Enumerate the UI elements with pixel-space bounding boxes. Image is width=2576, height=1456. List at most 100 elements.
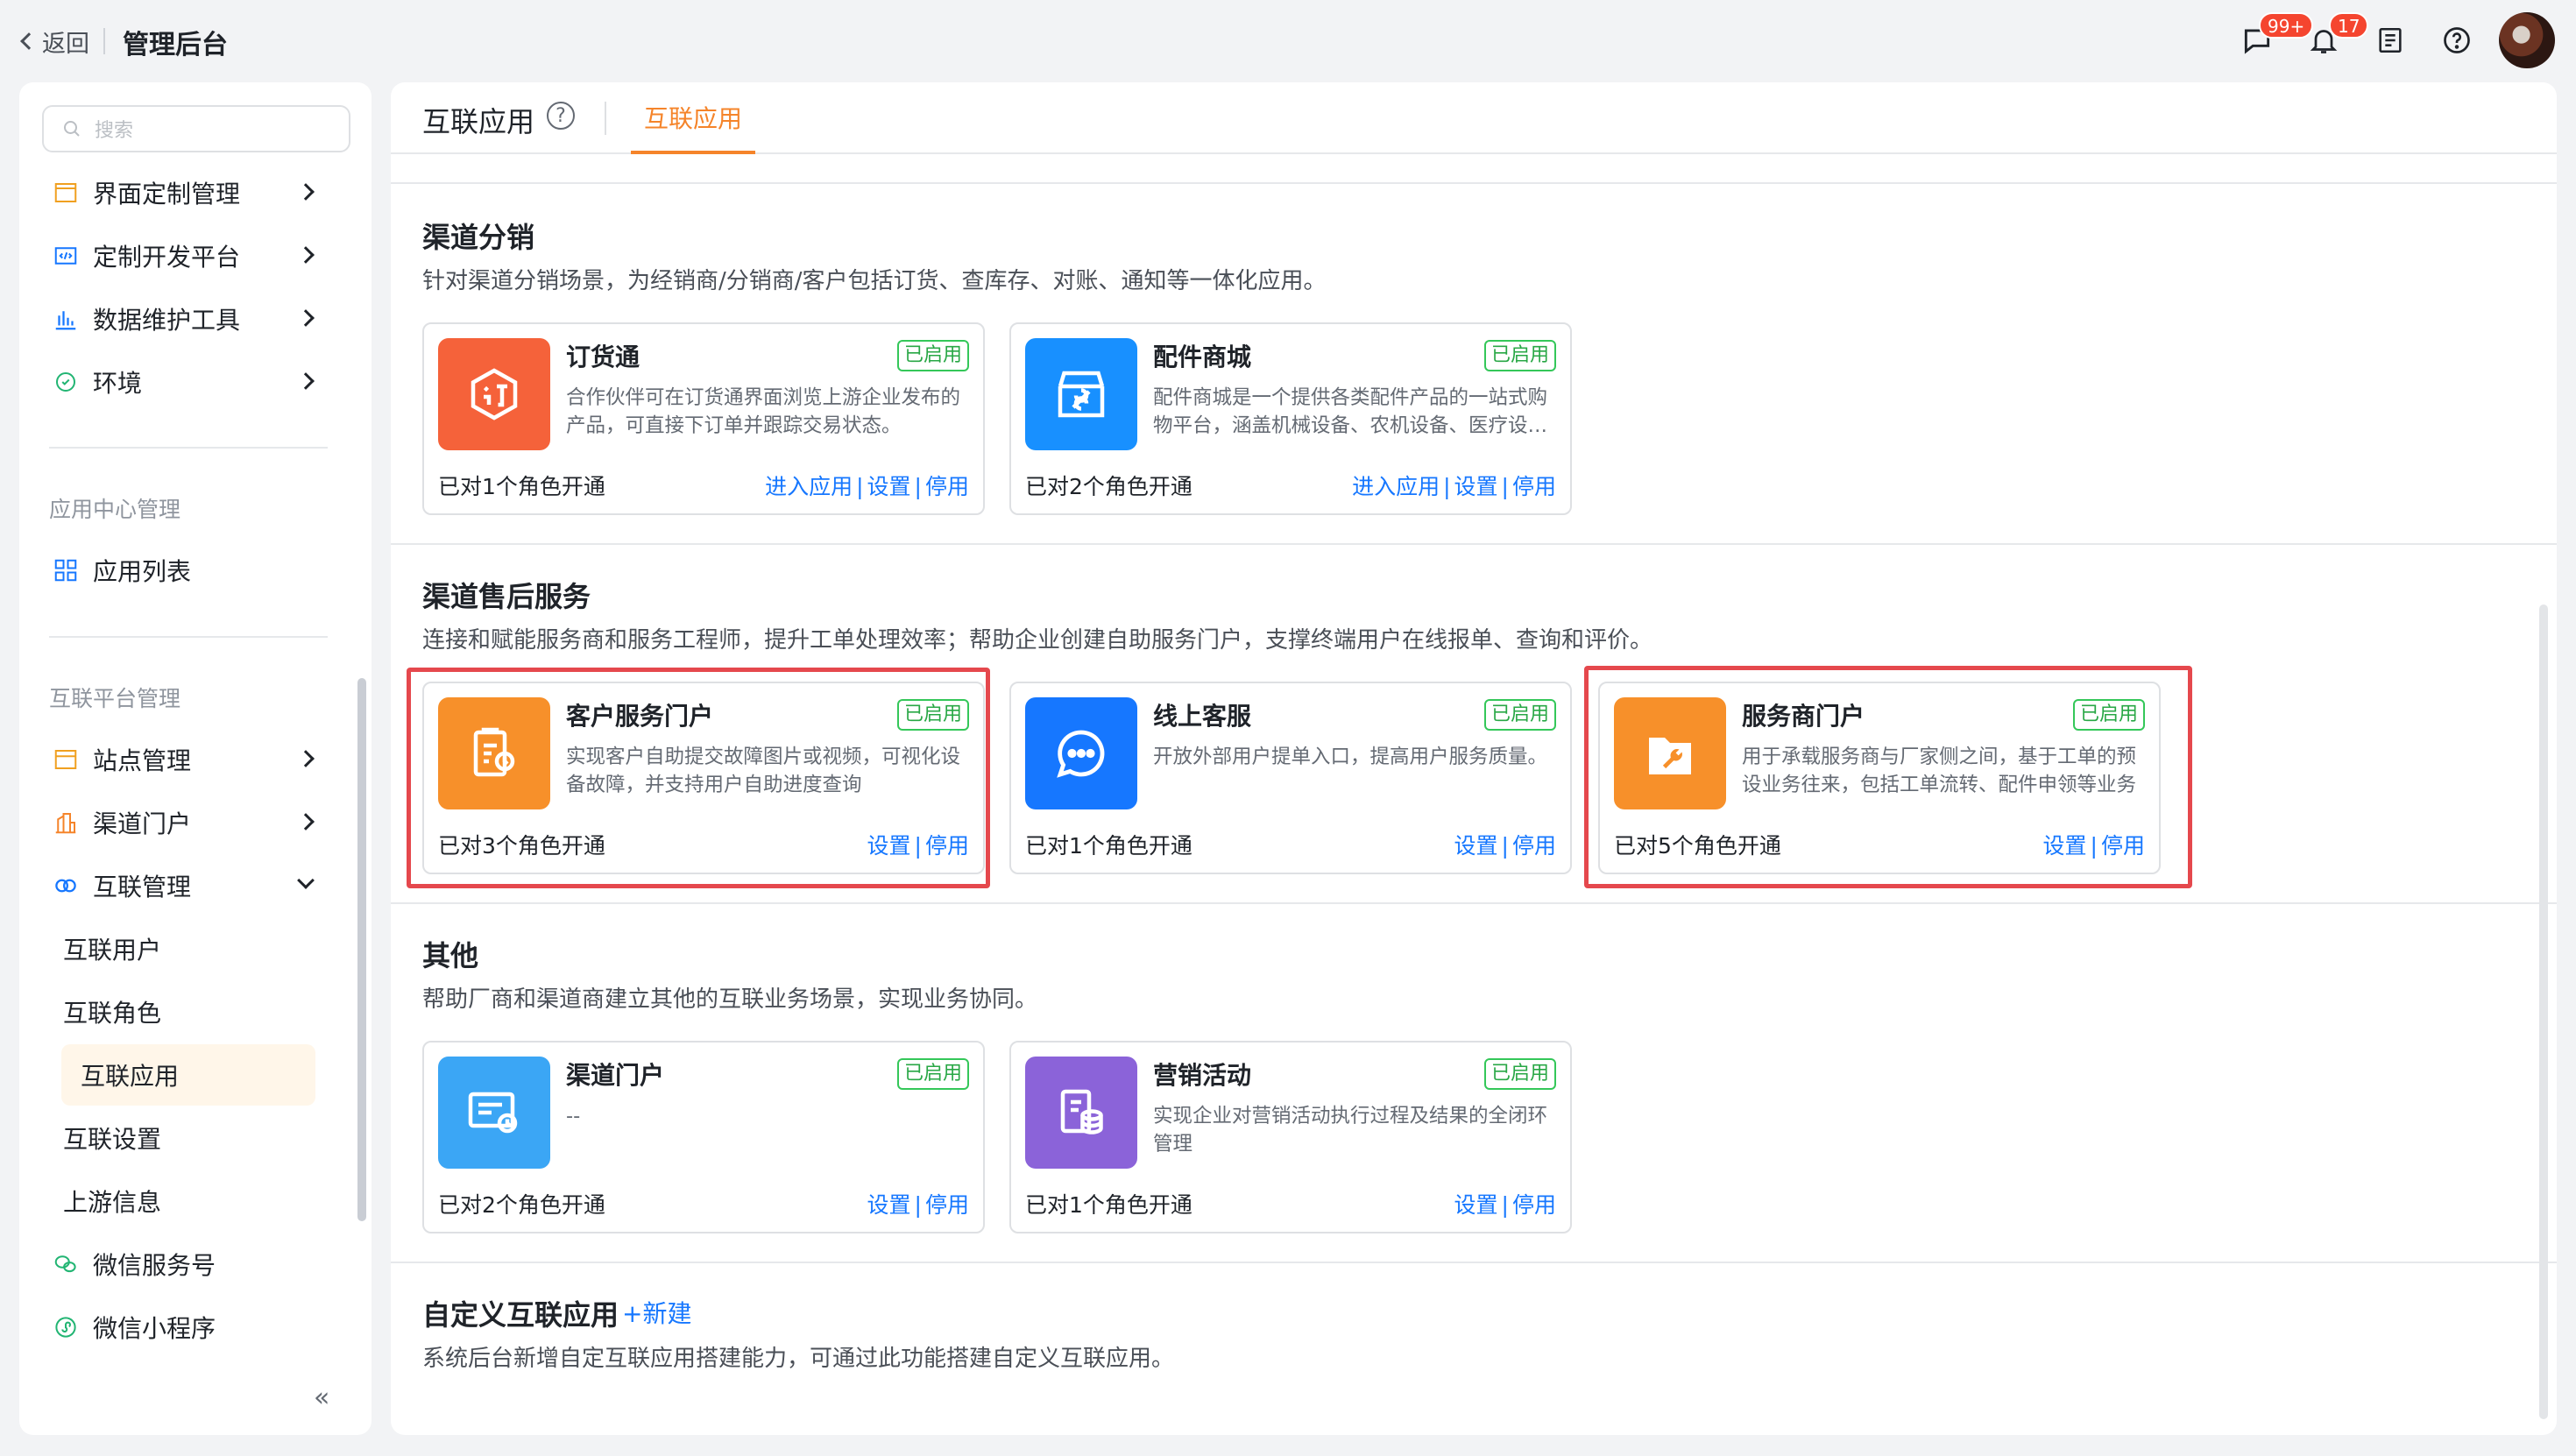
sidebar-item-interconnect-manage[interactable]: 互联管理 [32, 860, 340, 911]
todo-button[interactable] [2369, 19, 2411, 61]
sidebar-item-dev-platform[interactable]: 定制开发平台 [32, 230, 340, 281]
disable-link[interactable]: 停用 [1512, 833, 1556, 859]
sidebar-item-label: 互联应用 [81, 1062, 180, 1091]
section-description: 针对渠道分销场景，为经销商/分销商/客户包括订货、查库存、对账、通知等一体化应用… [422, 268, 1327, 294]
sidebar-item-label: 界面定制管理 [93, 180, 241, 209]
new-custom-app-button[interactable]: +新建 [622, 1295, 691, 1330]
page-title: 互联应用 [422, 105, 535, 138]
chevron-right-icon [297, 813, 315, 830]
sidebar-scrollbar[interactable] [357, 678, 366, 1221]
enter-app-link[interactable]: 进入应用 [765, 474, 853, 499]
app-card-channel-portal[interactable]: 渠道门户 已启用 -- 已对2个角色开通 设置 | 停用 [422, 1041, 985, 1233]
sidebar-item-label: 互联角色 [63, 999, 162, 1028]
app-title: 管理后台 [123, 30, 228, 60]
tab-interconnect-apps[interactable]: 互联应用 [631, 100, 755, 154]
divider [391, 182, 2557, 184]
environment-icon [56, 372, 75, 392]
app-card-online-support[interactable]: 线上客服 已启用 开放外部用户提单入口，提高用户服务质量。 已对1个角色开通 设… [1009, 682, 1572, 874]
app-card-marketing[interactable]: 营销活动 已启用 实现企业对营销活动执行过程及结果的全闭环管理 已对1个角色开通… [1009, 1041, 1572, 1233]
back-label: 返回 [42, 30, 89, 58]
message-button[interactable]: 99+ [2236, 12, 2314, 61]
disable-link[interactable]: 停用 [1512, 474, 1556, 499]
app-description: 开放外部用户提单入口，提高用户服务质量。 [1153, 746, 1548, 768]
top-bar: 返回 管理后台 99+ 17 [0, 0, 2576, 82]
status-badge: 已启用 [1483, 340, 1556, 371]
sidebar-item-wechat-mini[interactable]: 微信小程序 [32, 1302, 340, 1353]
sidebar-item-wechat-service[interactable]: 微信服务号 [32, 1239, 340, 1290]
chevron-right-icon [297, 246, 315, 264]
app-description: 配件商城是一个提供各类配件产品的一站式购物平台，涵盖机械设备、农机设备、医疗设备… [1153, 386, 1548, 437]
settings-link[interactable]: 设置 [1454, 833, 1498, 859]
notification-button[interactable]: 17 [2303, 12, 2369, 61]
back-button[interactable]: 返回 [20, 25, 89, 58]
app-name: 线上客服 [1153, 702, 1252, 731]
sidebar-subitem-settings[interactable]: 互联设置 [32, 1113, 340, 1163]
divider [103, 28, 105, 54]
app-description: -- [566, 1105, 581, 1127]
main-scrollbar[interactable] [2539, 604, 2548, 1419]
help-button[interactable] [2436, 19, 2478, 61]
layout-icon [54, 183, 77, 202]
main-panel: 互联应用 ? 互联应用 渠道分销 针对渠道分销场景，为经销商/分销商/客户包括订… [391, 82, 2557, 1435]
section-heading: 应用中心管理 [49, 497, 181, 522]
sidebar-subitem-users[interactable]: 互联用户 [32, 923, 340, 974]
bar-chart-icon [55, 311, 76, 330]
role-count: 已对2个角色开通 [1025, 474, 1192, 499]
app-card-parts-store[interactable]: 配件商城 已启用 配件商城是一个提供各类配件产品的一站式购物平台，涵盖机械设备、… [1009, 322, 1572, 515]
separator: | [1443, 474, 1451, 499]
notification-badge: 17 [2329, 12, 2369, 39]
app-name: 营销活动 [1153, 1061, 1252, 1090]
chevron-right-icon [297, 750, 315, 767]
chevron-left-icon [20, 32, 38, 50]
enter-app-link[interactable]: 进入应用 [1352, 474, 1440, 499]
sidebar-item-label: 数据维护工具 [93, 306, 241, 335]
building-icon [55, 813, 76, 834]
section-heading: 互联平台管理 [49, 686, 181, 711]
settings-link[interactable]: 设置 [1454, 474, 1498, 499]
app-description: 合作伙伴可在订货通界面浏览上游企业发布的产品，可直接下订单并跟踪交易状态。 [566, 386, 961, 437]
help-circle-icon [2444, 27, 2470, 53]
user-avatar[interactable] [2499, 12, 2555, 68]
app-card-order[interactable]: 订货通 已启用 合作伙伴可在订货通界面浏览上游企业发布的产品，可直接下订单并跟踪… [422, 322, 985, 515]
sidebar-item-label: 微信服务号 [93, 1251, 216, 1280]
help-icon[interactable]: ? [547, 102, 575, 130]
wechat-icon [54, 1255, 76, 1273]
highlight-box [1584, 666, 2192, 888]
disable-link[interactable]: 停用 [925, 1192, 969, 1218]
chevron-right-icon [297, 309, 315, 327]
role-count: 已对1个角色开通 [1025, 833, 1192, 859]
settings-link[interactable]: 设置 [867, 1192, 911, 1218]
app-description: 实现企业对营销活动执行过程及结果的全闭环管理 [1153, 1105, 1548, 1156]
search-placeholder: 搜索 [95, 120, 134, 142]
section-title: 其他 [422, 939, 479, 972]
sidebar-item-site-manage[interactable]: 站点管理 [32, 734, 340, 785]
sidebar-item-ui-customization[interactable]: 界面定制管理 [32, 167, 340, 218]
sidebar-item-label: 互联管理 [93, 873, 192, 901]
sidebar-item-app-list[interactable]: 应用列表 [32, 545, 340, 596]
disable-link[interactable]: 停用 [1512, 1192, 1556, 1218]
chevron-right-icon [297, 372, 315, 390]
sidebar-item-environment[interactable]: 环境 [32, 357, 340, 407]
section-description: 系统后台新增自定互联应用搭建能力，可通过此功能搭建自定义互联应用。 [422, 1346, 1175, 1372]
order-icon [438, 338, 550, 450]
portal-icon [438, 1057, 550, 1169]
link-rings-icon [55, 879, 76, 893]
disable-link[interactable]: 停用 [925, 474, 969, 499]
sidebar-item-channel-portal[interactable]: 渠道门户 [32, 797, 340, 848]
role-count: 已对1个角色开通 [1025, 1192, 1192, 1218]
sidebar-item-label: 站点管理 [93, 746, 192, 775]
divider [49, 636, 328, 638]
card-actions: 进入应用 | 设置 | 停用 [1352, 470, 1556, 501]
sidebar-search[interactable]: 搜索 [42, 105, 350, 152]
sidebar-subitem-apps[interactable]: 互联应用 [61, 1044, 315, 1106]
separator: | [914, 474, 922, 499]
sidebar-item-data-tools[interactable]: 数据维护工具 [32, 293, 340, 344]
sidebar-subitem-upstream[interactable]: 上游信息 [32, 1176, 340, 1226]
settings-link[interactable]: 设置 [1454, 1192, 1498, 1218]
settings-link[interactable]: 设置 [867, 474, 911, 499]
divider [49, 447, 328, 449]
sidebar-item-label: 微信小程序 [93, 1314, 216, 1343]
role-count: 已对1个角色开通 [438, 474, 605, 499]
sidebar-subitem-roles[interactable]: 互联角色 [32, 986, 340, 1037]
collapse-sidebar-button[interactable]: « [314, 1382, 329, 1413]
